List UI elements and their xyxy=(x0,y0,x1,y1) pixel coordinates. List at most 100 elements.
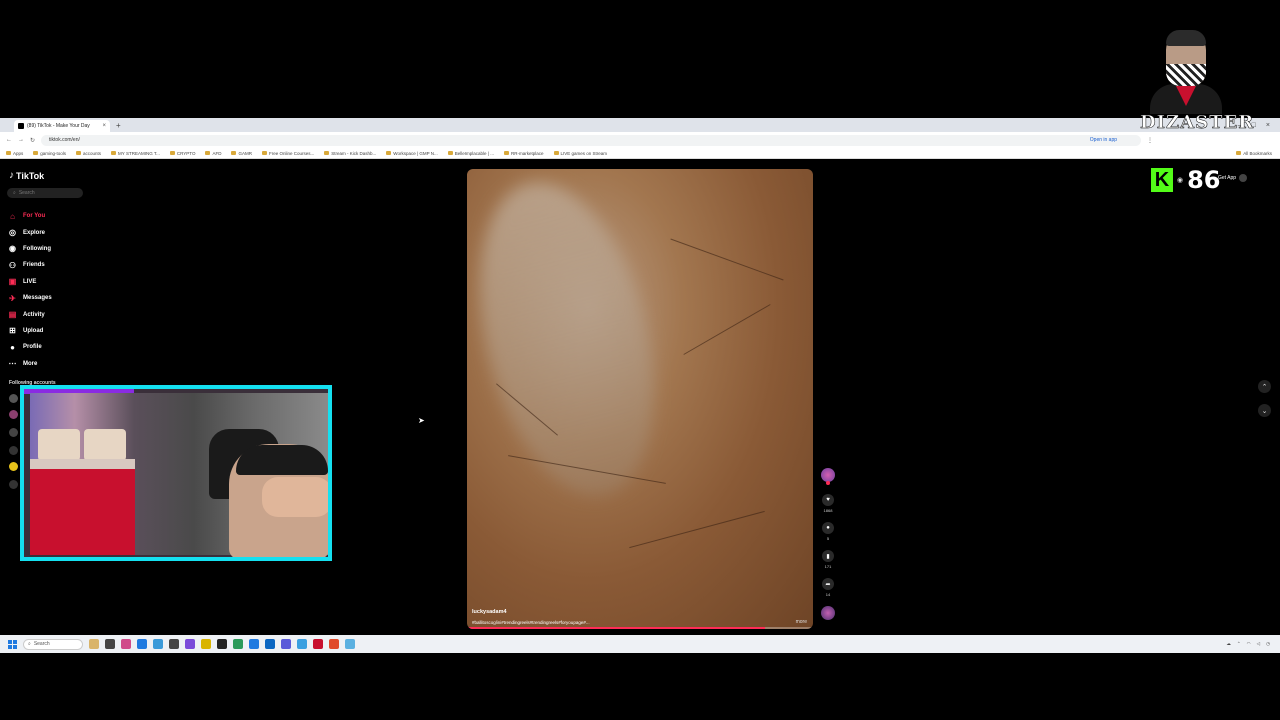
taskbar-app-icon[interactable] xyxy=(185,639,195,649)
video-progress-fill xyxy=(467,627,765,629)
action-rail: ♥ 1868 ● 5 ▮ 171 ➦ 14 xyxy=(818,468,838,620)
bookmark[interactable]: GAMR xyxy=(231,151,252,156)
nav-item-messages[interactable]: ✈ Messages xyxy=(8,290,98,306)
taskbar-app-icon[interactable] xyxy=(105,639,115,649)
taskbar-search[interactable]: ⌕ Search xyxy=(23,638,83,650)
profile-icon: ● xyxy=(10,342,15,352)
followed-account-avatar[interactable] xyxy=(9,428,18,437)
taskbar-app-icon[interactable] xyxy=(297,639,307,649)
taskbar-app-icon[interactable] xyxy=(121,639,131,649)
taskbar-app-icon[interactable] xyxy=(169,639,179,649)
nav-item-upload[interactable]: ⊞ Upload xyxy=(8,323,98,339)
creator-avatar[interactable] xyxy=(821,468,835,485)
streamer-name: DIZASTER xyxy=(1140,112,1255,134)
video-frame-detail xyxy=(629,510,765,549)
weather-icon[interactable]: ☁ xyxy=(1226,641,1231,647)
video-username[interactable]: luckysadam4 xyxy=(472,609,507,615)
bookmark[interactable]: Free Online Courses... xyxy=(261,151,314,156)
followed-account-avatar[interactable] xyxy=(9,446,18,455)
share-count: 14 xyxy=(825,592,831,597)
nav-item-live[interactable]: ▣ LIVE xyxy=(8,274,98,290)
volume-icon[interactable]: ◁ xyxy=(1257,641,1260,647)
video-player[interactable]: luckysadam4 #ballitoscoglini#trendingree… xyxy=(467,169,813,629)
get-app-button[interactable]: Get App xyxy=(1218,174,1248,182)
save-button[interactable]: ▮ xyxy=(822,550,834,562)
bookmark[interactable]: gaming-tools xyxy=(33,151,66,156)
bookmark[interactable]: Workspace | GMP N... xyxy=(386,151,438,156)
chevron-down-icon: ⌄ xyxy=(1176,136,1188,152)
like-count: 1868 xyxy=(823,508,833,513)
taskbar-app-icon[interactable] xyxy=(201,639,211,649)
bookmark[interactable]: BelleImplacable | ... xyxy=(447,151,494,156)
followed-account-avatar[interactable] xyxy=(9,410,18,419)
share-button[interactable]: ➦ xyxy=(822,578,834,590)
followed-account-avatar[interactable] xyxy=(9,480,18,489)
followed-account-avatar[interactable] xyxy=(9,462,18,471)
folder-icon xyxy=(553,151,559,155)
close-window-icon[interactable]: × xyxy=(1266,122,1270,129)
tab-tiktok[interactable]: (89) TikTok - Make Your Day × xyxy=(14,120,110,132)
bookmark[interactable]: Stream - Kick Dashb... xyxy=(324,151,376,156)
eye-icon: ◉ xyxy=(1177,177,1184,184)
like-button[interactable]: ♥ xyxy=(822,494,834,506)
start-icon[interactable] xyxy=(8,639,17,649)
nav-item-activity[interactable]: ▤ Activity xyxy=(8,306,98,322)
taskbar-app-icon[interactable] xyxy=(233,639,243,649)
next-video-button[interactable]: ⌄ xyxy=(1258,404,1271,417)
bookmark[interactable]: accounts xyxy=(76,151,101,156)
video-progress-bar[interactable] xyxy=(467,627,813,629)
taskbar-app-icon[interactable] xyxy=(345,639,355,649)
taskbar: ⌕ Search ☁ ⌃ ◠ ◁ ◷ xyxy=(0,635,1280,653)
more-button[interactable]: more xyxy=(796,619,807,625)
tiktok-favicon-icon xyxy=(18,123,24,129)
clock-icon[interactable]: ◷ xyxy=(1266,641,1270,647)
followed-account-avatar[interactable] xyxy=(9,394,18,403)
folder-icon xyxy=(76,151,82,155)
get-app-label: Get App xyxy=(1218,175,1237,181)
nav-item-friends[interactable]: ⚇ Friends xyxy=(8,257,98,273)
webcam-feed-detail xyxy=(84,429,126,461)
bookmark[interactable]: AFD xyxy=(205,151,221,156)
forward-icon[interactable]: → xyxy=(18,137,24,143)
video-caption[interactable]: #ballitoscoglini#trendingreels#trendingr… xyxy=(472,620,590,625)
taskbar-app-icon[interactable] xyxy=(249,639,259,649)
nav-item-profile[interactable]: ● Profile xyxy=(8,339,98,355)
webcam-feed-detail xyxy=(262,477,328,517)
back-icon[interactable]: ← xyxy=(6,137,12,143)
reload-icon[interactable]: ↻ xyxy=(30,137,35,144)
close-tab-icon[interactable]: × xyxy=(102,123,106,129)
chevron-up-icon[interactable]: ⌃ xyxy=(1237,641,1241,647)
taskbar-app-icon[interactable] xyxy=(281,639,291,649)
network-icon[interactable]: ◠ xyxy=(1247,641,1251,647)
bookmark[interactable]: Apps xyxy=(6,151,23,156)
comment-button[interactable]: ● xyxy=(822,522,834,534)
music-disc-icon[interactable] xyxy=(821,606,835,620)
bookmark[interactable]: MY STREAMING T... xyxy=(111,151,160,156)
taskbar-app-icon[interactable] xyxy=(313,639,323,649)
bookmark[interactable]: LIVE games on Stream xyxy=(553,151,607,156)
nav-item-more[interactable]: ⋯ More xyxy=(8,356,98,372)
bookmark[interactable]: CRYPTO xyxy=(169,151,195,156)
nav-item-for-you[interactable]: ⌂ For You xyxy=(8,208,98,224)
nav-item-following[interactable]: ◉ Following xyxy=(8,241,98,257)
bookmark[interactable]: RR-marketplace xyxy=(504,151,544,156)
taskbar-app-icon[interactable] xyxy=(89,639,99,649)
kick-logo: K xyxy=(1151,168,1173,192)
taskbar-app-icon[interactable] xyxy=(217,639,227,649)
taskbar-app-icon[interactable] xyxy=(265,639,275,649)
previous-video-button[interactable]: ⌃ xyxy=(1258,380,1271,393)
nav-item-explore[interactable]: ◎ Explore xyxy=(8,224,98,240)
taskbar-app-icon[interactable] xyxy=(137,639,147,649)
open-in-app-button[interactable]: Open in app xyxy=(1090,137,1117,143)
address-bar[interactable]: tiktok.com/en/ Open in app xyxy=(41,134,1142,146)
webcam-feed-detail xyxy=(30,469,135,555)
new-tab-icon[interactable]: + xyxy=(116,121,121,130)
taskbar-app-icon[interactable] xyxy=(329,639,339,649)
taskbar-app-icon[interactable] xyxy=(153,639,163,649)
all-bookmarks[interactable]: All Bookmarks xyxy=(1236,151,1280,156)
search-input[interactable]: ⌕ Search xyxy=(7,188,83,198)
webcam-overlay xyxy=(20,385,332,561)
user-avatar[interactable] xyxy=(1239,174,1248,182)
folder-icon xyxy=(324,151,330,155)
tiktok-logo[interactable]: ♪ TikTok xyxy=(9,170,44,181)
